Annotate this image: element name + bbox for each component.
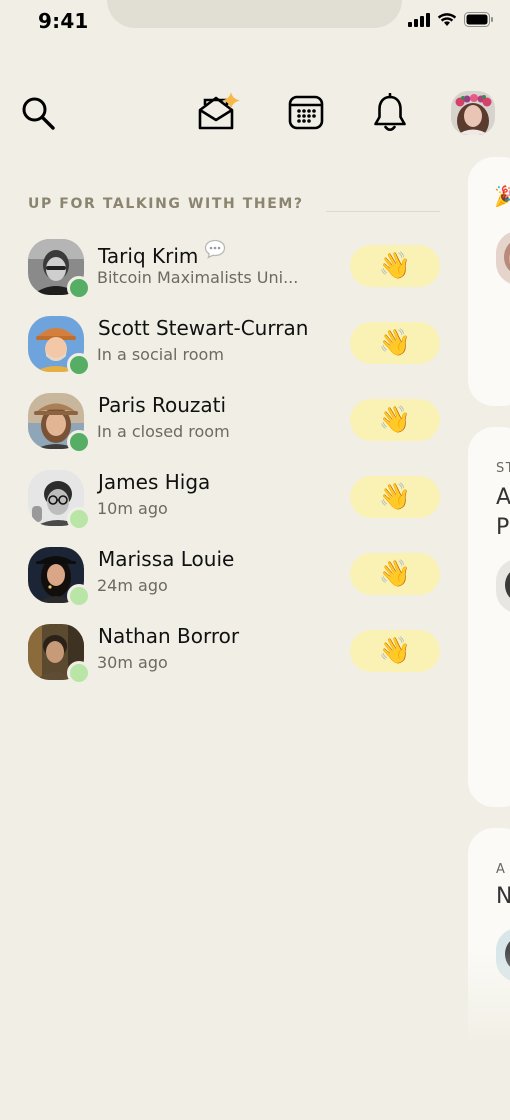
contact-name: James Higa bbox=[98, 470, 211, 494]
party-popper-icon: 🎉 bbox=[494, 184, 510, 208]
search-icon[interactable] bbox=[18, 93, 58, 133]
wave-button[interactable]: 👋 bbox=[350, 630, 440, 672]
room-card-title: N bbox=[496, 884, 510, 909]
list-item[interactable]: Nathan Borror 30m ago 👋 bbox=[28, 620, 442, 697]
device-notch bbox=[107, 0, 402, 28]
room-card-label: ST bbox=[496, 461, 510, 476]
contact-status: 30m ago bbox=[97, 653, 168, 672]
room-card[interactable]: 🎉 bbox=[468, 157, 510, 406]
wave-button[interactable]: 👋 bbox=[350, 322, 440, 364]
waving-hand-icon: 👋 bbox=[378, 328, 412, 358]
contact-name-text: Tariq Krim bbox=[98, 244, 199, 268]
section-title: UP FOR TALKING WITH THEM? bbox=[28, 196, 304, 212]
waving-hand-icon: 👋 bbox=[378, 405, 412, 435]
wifi-icon bbox=[437, 12, 457, 31]
bell-icon[interactable] bbox=[371, 93, 409, 133]
profile-avatar[interactable] bbox=[451, 91, 495, 135]
signal-icon bbox=[408, 12, 430, 31]
presence-online-dot bbox=[67, 276, 91, 300]
contact-name: Nathan Borror bbox=[98, 624, 240, 648]
room-card[interactable]: ST A P bbox=[468, 427, 510, 807]
envelope-sparkle-icon[interactable] bbox=[196, 89, 246, 133]
battery-icon bbox=[464, 11, 494, 31]
calendar-icon[interactable] bbox=[287, 93, 325, 131]
room-card-title-line2: P bbox=[496, 515, 510, 540]
contact-name: Marissa Louie bbox=[98, 547, 235, 571]
contact-name: Tariq Krim bbox=[98, 239, 226, 268]
list-item[interactable]: Marissa Louie 24m ago 👋 bbox=[28, 543, 442, 620]
waving-hand-icon: 👋 bbox=[378, 636, 412, 666]
wave-button[interactable]: 👋 bbox=[350, 553, 440, 595]
avatar bbox=[496, 559, 510, 613]
status-time: 9:41 bbox=[38, 9, 89, 33]
hallway-screen: 9:41 UP FOR TALKING WITH THEM? Tariq Kri… bbox=[0, 0, 510, 1120]
bottom-fade bbox=[0, 950, 510, 1120]
wave-button[interactable]: 👋 bbox=[350, 399, 440, 441]
contact-name: Paris Rouzati bbox=[98, 393, 227, 417]
waving-hand-icon: 👋 bbox=[378, 482, 412, 512]
presence-online-dot bbox=[67, 430, 91, 454]
contact-status: In a social room bbox=[97, 345, 224, 364]
waving-hand-icon: 👋 bbox=[378, 251, 412, 281]
presence-away-dot bbox=[67, 507, 91, 531]
room-card-label: A bbox=[496, 862, 507, 877]
presence-away-dot bbox=[67, 584, 91, 608]
speech-bubble-icon bbox=[204, 239, 226, 264]
waving-hand-icon: 👋 bbox=[378, 559, 412, 589]
contact-name: Scott Stewart-Curran bbox=[98, 316, 309, 340]
list-item[interactable]: Scott Stewart-Curran In a social room 👋 bbox=[28, 312, 442, 389]
section-divider bbox=[326, 211, 440, 212]
contact-list: Tariq Krim Bitcoin Maximalists Uni... 👋 … bbox=[28, 235, 442, 697]
list-item[interactable]: Paris Rouzati In a closed room 👋 bbox=[28, 389, 442, 466]
avatar bbox=[496, 231, 510, 285]
wave-button[interactable]: 👋 bbox=[350, 476, 440, 518]
wave-button[interactable]: 👋 bbox=[350, 245, 440, 287]
contact-status: 10m ago bbox=[97, 499, 168, 518]
contact-status: Bitcoin Maximalists Uni... bbox=[97, 268, 299, 287]
list-item[interactable]: Tariq Krim Bitcoin Maximalists Uni... 👋 bbox=[28, 235, 442, 312]
presence-away-dot bbox=[67, 661, 91, 685]
contact-status: In a closed room bbox=[97, 422, 230, 441]
status-icons bbox=[408, 11, 494, 31]
presence-online-dot bbox=[67, 353, 91, 377]
list-item[interactable]: James Higa 10m ago 👋 bbox=[28, 466, 442, 543]
room-card-title: A bbox=[496, 485, 510, 510]
contact-status: 24m ago bbox=[97, 576, 168, 595]
